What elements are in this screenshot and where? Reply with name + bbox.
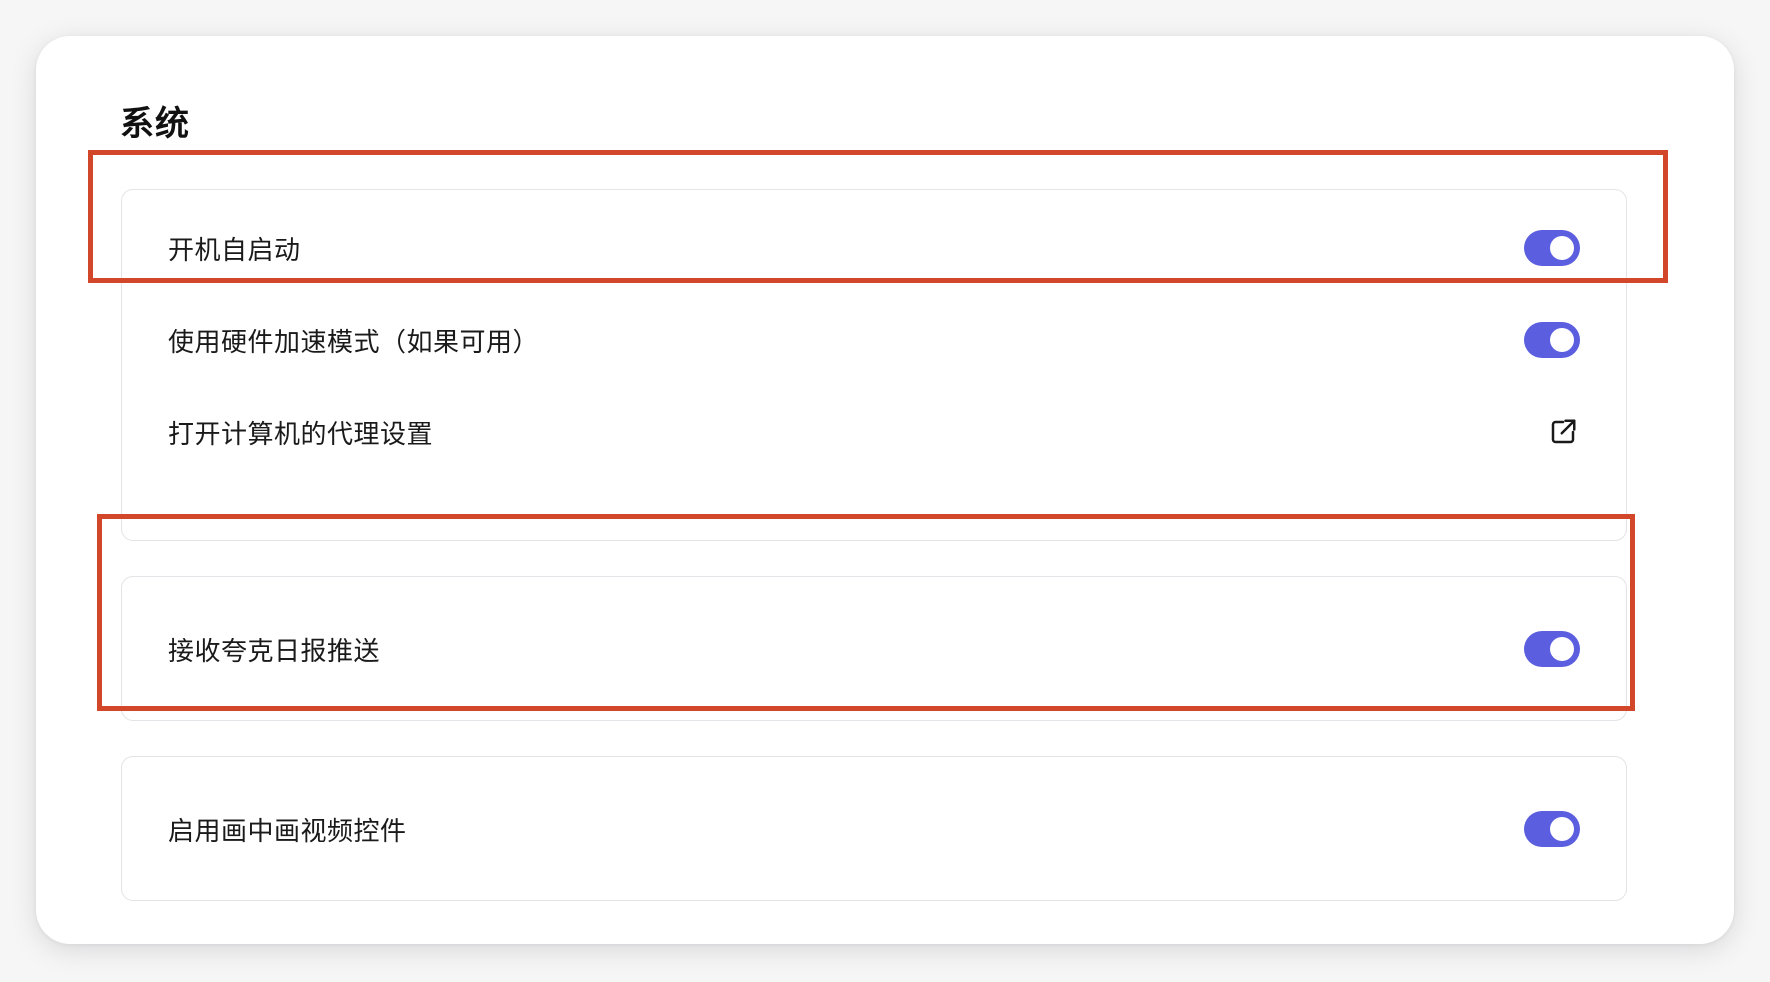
settings-window: 系统 开机自启动 使用硬件加速模式（如果可用） 打开计算机的代理设置 接收夸克日…: [36, 36, 1734, 944]
pip-card: 启用画中画视频控件: [121, 756, 1627, 901]
setting-row-proxy-settings[interactable]: 打开计算机的代理设置: [122, 380, 1626, 484]
toggle-knob: [1550, 236, 1574, 260]
section-title: 系统: [120, 104, 190, 144]
hardware-acceleration-toggle[interactable]: [1524, 322, 1580, 358]
setting-label: 打开计算机的代理设置: [168, 419, 434, 450]
setting-label: 接收夸克日报推送: [168, 636, 381, 667]
toggle-knob: [1550, 637, 1574, 661]
setting-label: 开机自启动: [168, 235, 301, 266]
setting-label: 启用画中画视频控件: [168, 816, 407, 847]
external-link-icon[interactable]: [1546, 415, 1580, 449]
daily-push-card: 接收夸克日报推送: [121, 576, 1627, 721]
toggle-knob: [1550, 328, 1574, 352]
setting-row-picture-in-picture: 启用画中画视频控件: [122, 777, 1626, 881]
setting-row-hardware-acceleration: 使用硬件加速模式（如果可用）: [122, 288, 1626, 392]
toggle-knob: [1550, 817, 1574, 841]
setting-row-autostart: 开机自启动: [122, 196, 1626, 300]
setting-row-daily-push: 接收夸克日报推送: [122, 597, 1626, 701]
picture-in-picture-toggle[interactable]: [1524, 811, 1580, 847]
daily-push-toggle[interactable]: [1524, 631, 1580, 667]
setting-label: 使用硬件加速模式（如果可用）: [168, 327, 540, 358]
system-settings-card: 开机自启动 使用硬件加速模式（如果可用） 打开计算机的代理设置: [121, 189, 1627, 541]
autostart-toggle[interactable]: [1524, 230, 1580, 266]
